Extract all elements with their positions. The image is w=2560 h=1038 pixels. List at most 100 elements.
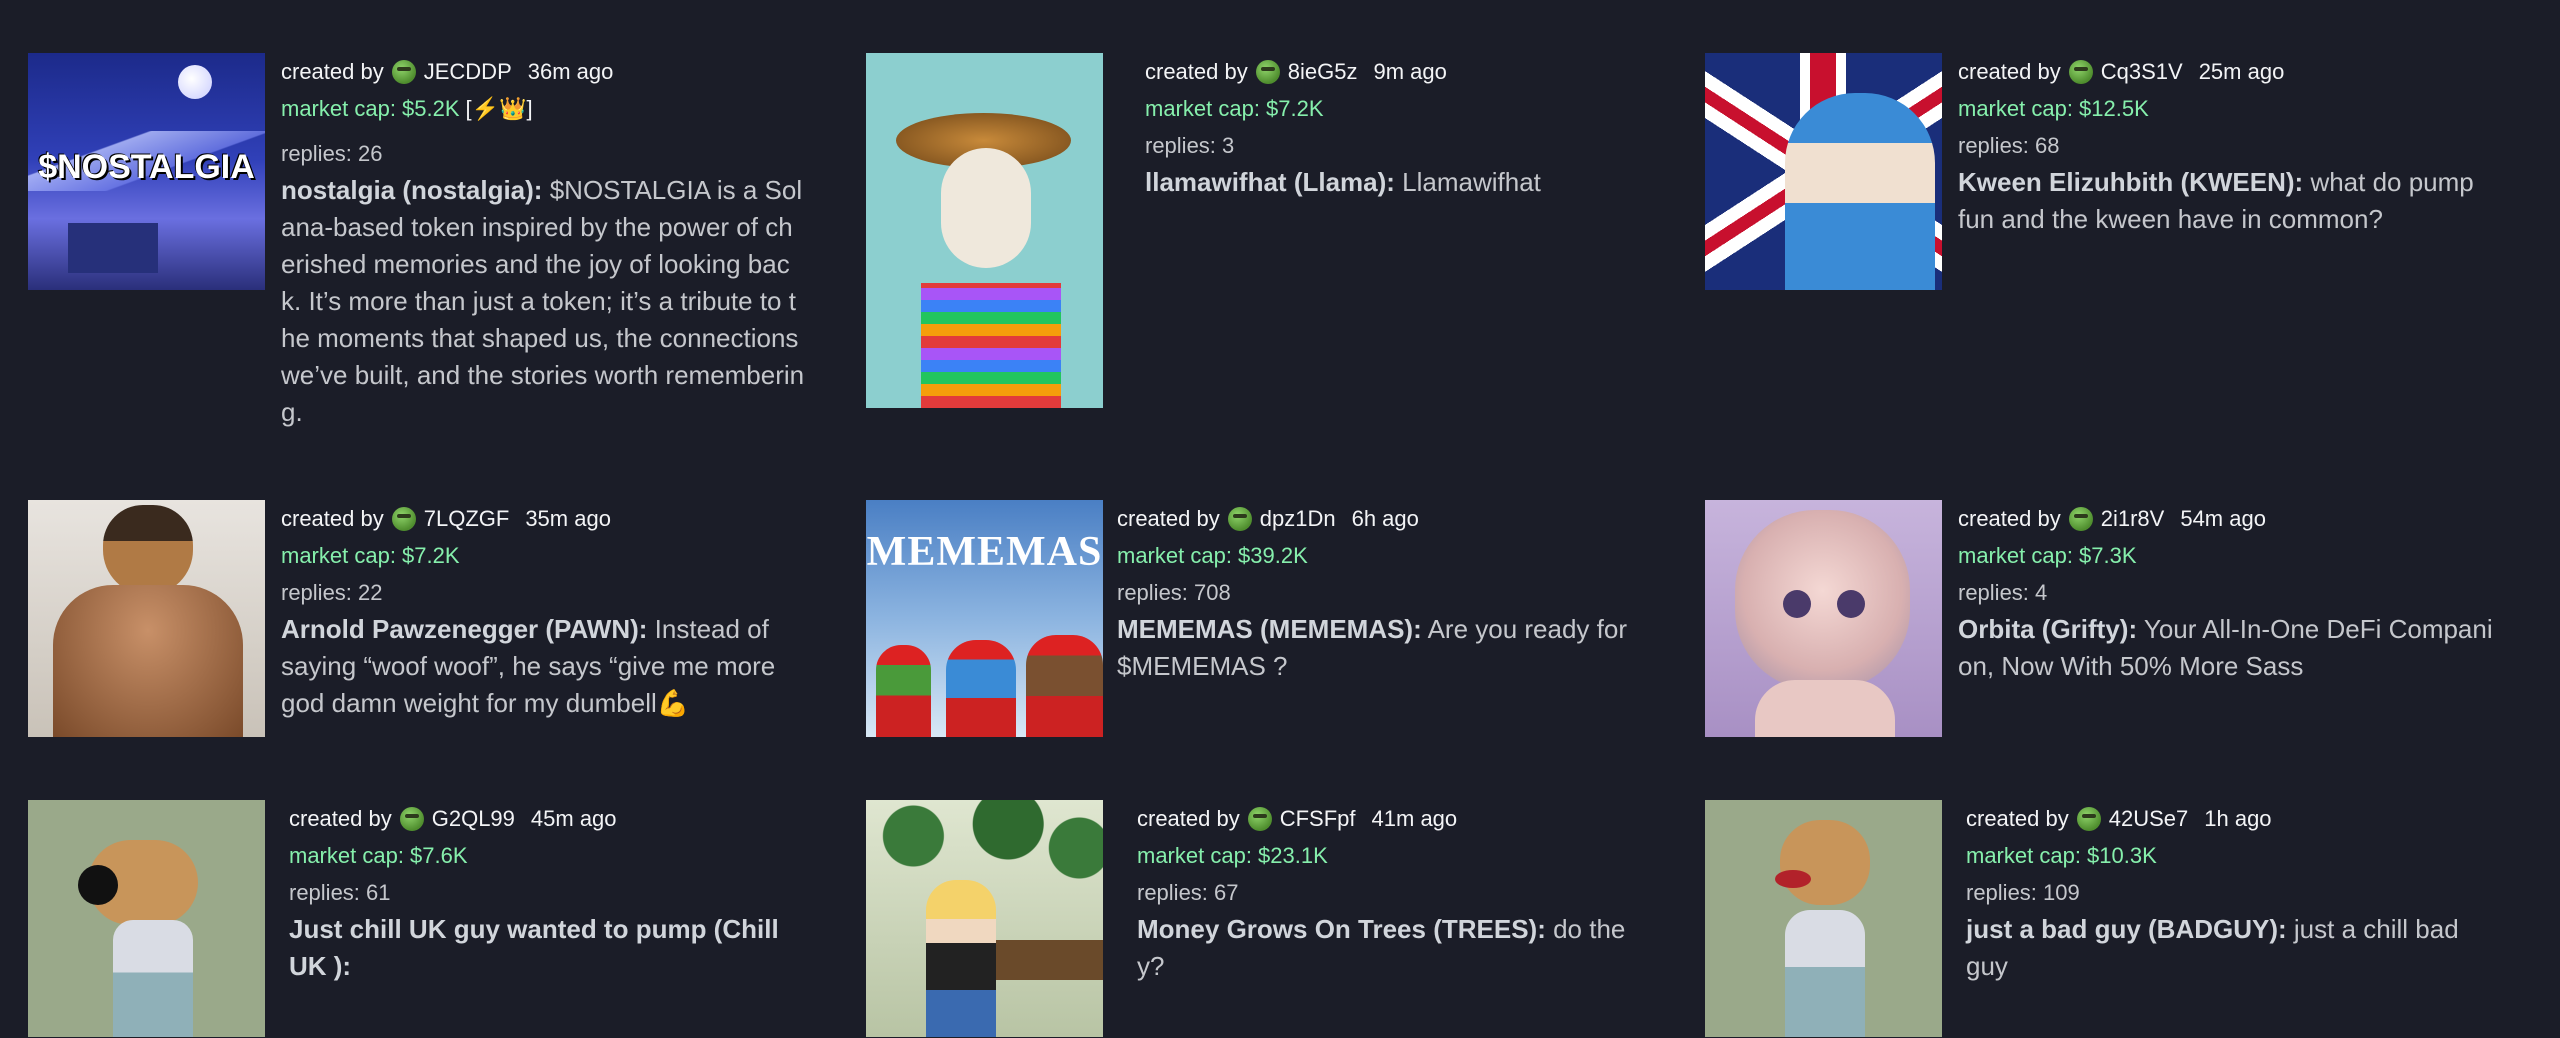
created-age: 1h ago — [2204, 806, 2272, 831]
token-info: created by dpz1Dn 6h ago market cap: $39… — [1117, 500, 1642, 737]
token-info: created by JECDDP 36m ago market cap: $5… — [281, 53, 806, 431]
created-age: 6h ago — [1351, 506, 1419, 531]
token-description: Money Grows On Trees (TREES): do they? — [1137, 911, 1647, 985]
token-image[interactable]: $NOSTALGIA — [28, 53, 265, 290]
market-cap-row: market cap: $5.2K [⚡👑] — [281, 90, 806, 127]
market-cap: market cap: $7.2K — [1145, 96, 1324, 121]
token-description: llamawifhat (Llama): Llamawifhat — [1145, 164, 1645, 201]
created-age: 25m ago — [2198, 59, 2285, 84]
token-desc-text: $NOSTALGIA is a Solana-based token inspi… — [281, 175, 805, 427]
creator-link[interactable]: G2QL99 — [432, 800, 515, 837]
dog-figure — [1026, 635, 1103, 737]
token-card[interactable]: $NOSTALGIA created by JECDDP 36m ago mar… — [28, 53, 818, 431]
token-info: created by 7LQZGF 35m ago market cap: $7… — [281, 500, 811, 737]
token-info: created by 42USe7 1h ago market cap: $10… — [1966, 800, 2486, 1037]
token-card[interactable]: created by 42USe7 1h ago market cap: $10… — [1705, 800, 2505, 1037]
token-image[interactable] — [866, 800, 1103, 1037]
token-info: created by CFSFpf 41m ago market cap: $2… — [1137, 800, 1647, 1037]
token-card[interactable]: MEMEMAS created by dpz1Dn 6h ago market … — [866, 500, 1666, 737]
creator-link[interactable]: 2i1r8V — [2101, 500, 2165, 537]
token-title: MEMEMAS (MEMEMAS): — [1117, 614, 1422, 644]
token-description: nostalgia (nostalgia): $NOSTALGIA is a S… — [281, 172, 806, 431]
replies-count: replies: 26 — [281, 141, 383, 166]
token-image[interactable] — [28, 800, 265, 1037]
creator-link[interactable]: 8ieG5z — [1288, 53, 1358, 90]
avatar-icon — [1255, 59, 1280, 84]
creator-link[interactable]: CFSFpf — [1280, 800, 1356, 837]
token-card[interactable]: created by CFSFpf 41m ago market cap: $2… — [866, 800, 1666, 1037]
replies-count: replies: 708 — [1117, 580, 1231, 605]
token-image[interactable] — [1705, 500, 1942, 737]
avatar-icon — [2068, 59, 2093, 84]
market-cap: market cap: $5.2K — [281, 96, 460, 121]
created-age: 36m ago — [527, 59, 614, 84]
created-by-label: created by — [289, 806, 392, 831]
creator-link[interactable]: Cq3S1V — [2101, 53, 2183, 90]
created-age: 9m ago — [1373, 59, 1447, 84]
created-by-label: created by — [281, 59, 384, 84]
token-card[interactable]: created by Cq3S1V 25m ago market cap: $1… — [1705, 53, 2505, 290]
pots-shape — [996, 940, 1103, 980]
robot-head — [1735, 510, 1910, 690]
avatar-icon — [391, 59, 416, 84]
token-description: Kween Elizuhbith (KWEEN): what do pump f… — [1958, 164, 2488, 238]
thumb-text: $NOSTALGIA — [38, 148, 255, 186]
token-card[interactable]: created by 7LQZGF 35m ago market cap: $7… — [28, 500, 818, 737]
replies-count: replies: 109 — [1966, 880, 2080, 905]
token-card[interactable]: created by G2QL99 45m ago market cap: $7… — [28, 800, 828, 1037]
creator-row: created by 2i1r8V 54m ago — [1958, 500, 2503, 537]
robot-eye-left — [1783, 590, 1811, 618]
replies-count: replies: 3 — [1145, 133, 1235, 158]
token-description: MEMEMAS (MEMEMAS): Are you ready for $ME… — [1117, 611, 1642, 685]
market-cap: market cap: $23.1K — [1137, 843, 1328, 868]
creator-link[interactable]: 42USe7 — [2109, 800, 2189, 837]
created-age: 45m ago — [530, 806, 617, 831]
token-description: Orbita (Grifty): Your All-In-One DeFi Co… — [1958, 611, 2503, 685]
boy-figure — [926, 880, 996, 1037]
creator-link[interactable]: 7LQZGF — [424, 500, 510, 537]
token-image[interactable]: MEMEMAS — [866, 500, 1103, 737]
token-description: Arnold Pawzenegger (PAWN): Instead of sa… — [281, 611, 811, 722]
token-image[interactable] — [28, 500, 265, 737]
market-cap: market cap: $12.5K — [1958, 96, 2149, 121]
avatar-icon — [1227, 506, 1252, 531]
token-title: just a bad guy (BADGUY): — [1966, 914, 2287, 944]
robot-body — [1755, 680, 1895, 737]
replies-count: replies: 67 — [1137, 880, 1239, 905]
created-age: 41m ago — [1371, 806, 1458, 831]
token-image[interactable] — [1705, 800, 1942, 1037]
token-image[interactable] — [1705, 53, 1942, 290]
market-cap: market cap: $10.3K — [1966, 843, 2157, 868]
token-title: llamawifhat (Llama): — [1145, 167, 1395, 197]
creator-link[interactable]: JECDDP — [424, 53, 512, 90]
replies-count: replies: 22 — [281, 580, 383, 605]
badguy-head — [1780, 820, 1870, 905]
created-by-label: created by — [1117, 506, 1220, 531]
market-cap: market cap: $7.2K — [281, 543, 460, 568]
created-by-label: created by — [1137, 806, 1240, 831]
creator-row: created by G2QL99 45m ago — [289, 800, 809, 837]
pepe-figure — [876, 645, 931, 737]
blue-figure — [946, 640, 1016, 737]
creator-row: created by JECDDP 36m ago — [281, 53, 806, 90]
created-age: 54m ago — [2180, 506, 2266, 531]
token-info: created by 8ieG5z 9m ago market cap: $7.… — [1145, 53, 1645, 408]
token-title: Just chill UK guy wanted to pump (Chill … — [289, 914, 779, 981]
creator-row: created by dpz1Dn 6h ago — [1117, 500, 1642, 537]
token-card[interactable]: created by 2i1r8V 54m ago market cap: $7… — [1705, 500, 2505, 737]
creator-link[interactable]: dpz1Dn — [1260, 500, 1336, 537]
badge-icon: [⚡👑] — [465, 96, 533, 121]
token-image[interactable] — [866, 53, 1103, 408]
created-by-label: created by — [1966, 806, 2069, 831]
token-info: created by Cq3S1V 25m ago market cap: $1… — [1958, 53, 2488, 290]
replies-count: replies: 4 — [1958, 580, 2048, 605]
created-age: 35m ago — [525, 506, 611, 531]
token-description: Just chill UK guy wanted to pump (Chill … — [289, 911, 809, 985]
token-description: just a bad guy (BADGUY): just a chill ba… — [1966, 911, 2486, 985]
avatar-icon — [2076, 806, 2101, 831]
token-card[interactable]: created by 8ieG5z 9m ago market cap: $7.… — [866, 53, 1666, 408]
robot-eye-right — [1837, 590, 1865, 618]
created-by-label: created by — [281, 506, 384, 531]
token-title: Arnold Pawzenegger (PAWN): — [281, 614, 648, 644]
created-by-label: created by — [1958, 506, 2061, 531]
